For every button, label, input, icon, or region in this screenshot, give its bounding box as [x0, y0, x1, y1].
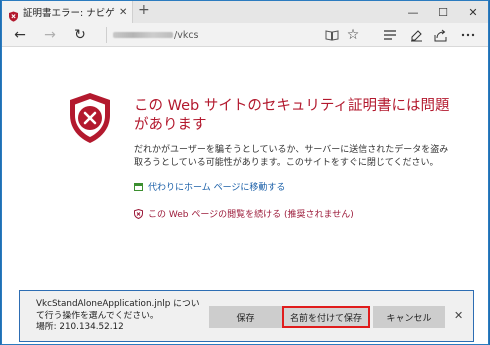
address-path: /vkcs: [174, 29, 199, 41]
tab-certificate-error[interactable]: 証明書エラー: ナビゲーション ✕: [2, 1, 133, 23]
address-bar[interactable]: /vkcs: [106, 27, 316, 43]
tab-title: 証明書エラー: ナビゲーション: [23, 8, 115, 19]
download-location: 場所: 210.134.52.12: [36, 322, 124, 332]
save-button[interactable]: 保存: [209, 306, 282, 328]
navigation-bar: ← → ↻ /vkcs ☆: [2, 23, 488, 47]
home-page-link-label: 代わりにホーム ページに移動する: [148, 183, 286, 193]
reading-view-icon[interactable]: [322, 25, 342, 45]
favorite-star-icon[interactable]: ☆: [343, 25, 363, 45]
window-icon: [134, 182, 143, 191]
tab-strip: 証明書エラー: ナビゲーション ✕ + — ☐ ✕: [2, 1, 488, 23]
browser-window: 証明書エラー: ナビゲーション ✕ + — ☐ ✕ ← → ↻ /vkcs ☆: [1, 0, 489, 345]
refresh-icon[interactable]: ↻: [70, 25, 90, 45]
download-message: VkcStandAloneApplication.jnlp につい て行う操作を…: [36, 299, 201, 334]
download-message-line: て行う操作を選んでください。: [36, 310, 159, 321]
maximize-button[interactable]: ☐: [428, 1, 458, 23]
shield-error-icon: [8, 7, 19, 22]
close-window-button[interactable]: ✕: [458, 1, 488, 23]
page-title: この Web サイトのセキュリティ証明書には問題があります: [134, 98, 450, 133]
minimize-button[interactable]: —: [398, 1, 428, 23]
continue-link[interactable]: この Web ページの閲覧を続ける (推奨されません): [134, 207, 354, 220]
shield-warning-icon: [134, 208, 143, 219]
hub-icon[interactable]: [380, 25, 400, 45]
forward-icon[interactable]: →: [40, 25, 60, 45]
shield-error-icon: [66, 91, 114, 145]
new-tab-button[interactable]: +: [138, 2, 150, 18]
share-icon[interactable]: [430, 25, 450, 45]
redacted-host: [113, 32, 173, 38]
close-icon[interactable]: ✕: [454, 309, 463, 322]
download-message-line: VkcStandAloneApplication.jnlp につい: [36, 299, 200, 309]
web-note-icon[interactable]: [406, 25, 426, 45]
more-icon[interactable]: [458, 25, 478, 45]
warning-description: だれかがユーザーを騙そうとしているか、サーバーに送信されたデータを盗み取ろうとし…: [134, 145, 449, 168]
home-page-link[interactable]: 代わりにホーム ページに移動する: [134, 180, 285, 193]
back-icon[interactable]: ←: [10, 25, 30, 45]
tab-close-icon[interactable]: ✕: [119, 7, 127, 18]
save-as-button[interactable]: 名前を付けて保存: [282, 306, 370, 328]
continue-link-label: この Web ページの閲覧を続ける (推奨されません): [148, 210, 354, 220]
download-notification-bar: VkcStandAloneApplication.jnlp につい て行う操作を…: [19, 290, 474, 342]
cancel-button[interactable]: キャンセル: [373, 306, 445, 328]
